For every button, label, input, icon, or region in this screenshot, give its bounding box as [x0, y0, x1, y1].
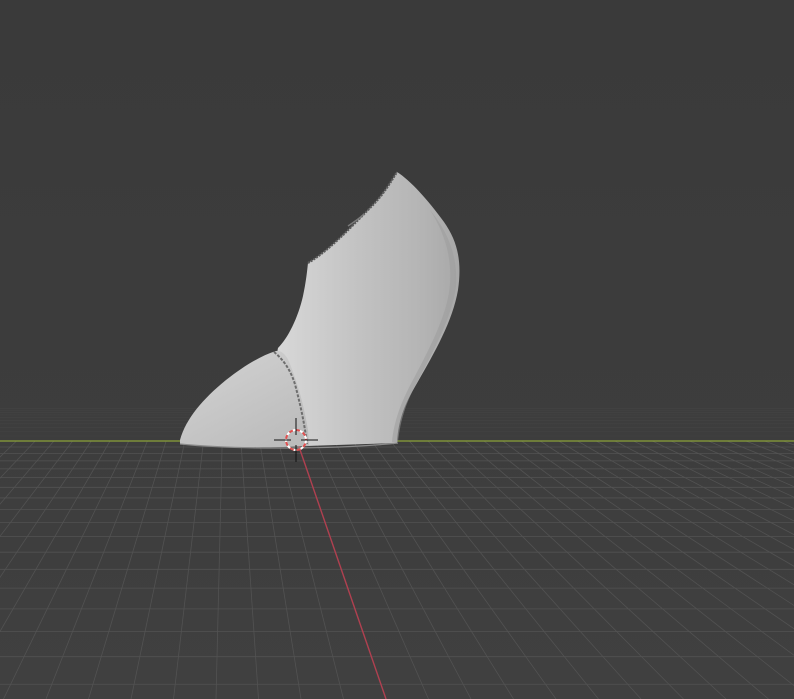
viewport-canvas[interactable] — [0, 0, 794, 699]
3d-viewport[interactable] — [0, 0, 794, 699]
